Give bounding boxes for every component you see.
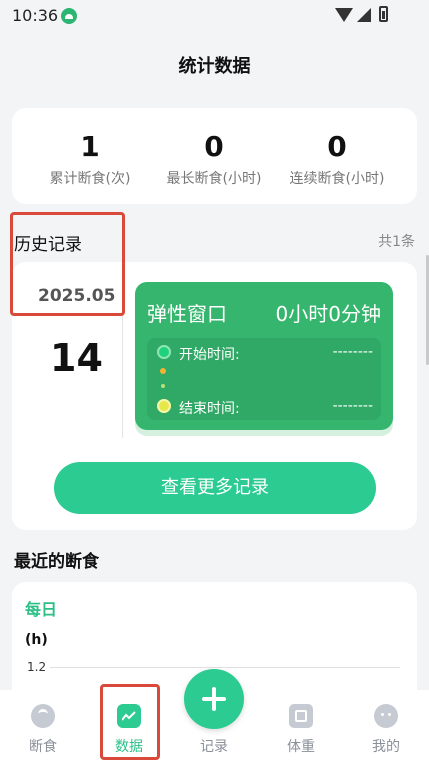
stat-streak: 0 连续断食(小时) bbox=[272, 130, 402, 188]
scale-icon bbox=[289, 704, 313, 728]
stat-value: 1 bbox=[80, 130, 100, 163]
recent-fasts-title: 最近的断食 bbox=[14, 552, 99, 572]
wifi-icon bbox=[335, 8, 353, 22]
nav-label: 体重 bbox=[287, 739, 315, 755]
stat-value: 0 bbox=[204, 130, 224, 163]
chart-grid-line bbox=[50, 667, 400, 668]
summary-card: 1 累计断食(次) 0 最长断食(小时) 0 连续断食(小时) bbox=[12, 108, 417, 204]
window-times: 开始时间: -------- 结束时间: -------- bbox=[147, 338, 381, 420]
stat-total-fasts: 1 累计断食(次) bbox=[25, 130, 155, 188]
status-bar: 10:36 bbox=[0, 0, 429, 32]
history-day: 14 bbox=[50, 336, 103, 380]
end-time-label: 结束时间: bbox=[179, 401, 240, 417]
start-time-label: 开始时间: bbox=[179, 347, 240, 363]
nav-label: 我的 bbox=[372, 739, 400, 755]
highlight-box-nav bbox=[100, 684, 160, 760]
chart-period-label[interactable]: 每日 bbox=[25, 596, 57, 620]
battery-icon bbox=[379, 6, 388, 22]
end-dot-icon bbox=[157, 399, 171, 413]
profile-icon bbox=[374, 704, 398, 728]
window-duration: 0小时0分钟 bbox=[275, 302, 381, 326]
end-time-value: -------- bbox=[332, 398, 373, 414]
nav-label-record[interactable]: 记录 bbox=[179, 736, 249, 756]
add-record-button[interactable] bbox=[184, 669, 244, 729]
stat-label: 累计断食(次) bbox=[49, 171, 131, 187]
status-icons bbox=[335, 6, 395, 24]
history-count: 共1条 bbox=[378, 234, 415, 250]
stat-label: 最长断食(小时) bbox=[166, 171, 262, 187]
fasting-window-card[interactable]: 弹性窗口 0小时0分钟 开始时间: -------- 结束时间: -------… bbox=[135, 282, 393, 430]
view-more-records-button[interactable]: 查看更多记录 bbox=[54, 462, 376, 514]
chart-unit-label: (h) bbox=[25, 632, 48, 648]
progress-dot-icon bbox=[160, 368, 166, 374]
android-notification-icon bbox=[61, 8, 77, 24]
nav-item-profile[interactable]: 我的 bbox=[351, 690, 421, 763]
highlight-box-history bbox=[10, 212, 125, 316]
nav-label: 断食 bbox=[29, 739, 57, 755]
stat-longest-fast: 0 最长断食(小时) bbox=[149, 130, 279, 188]
progress-dot-icon bbox=[161, 384, 165, 388]
window-title: 弹性窗口 bbox=[147, 302, 227, 326]
nav-item-fasting[interactable]: 断食 bbox=[8, 690, 78, 763]
page-title: 统计数据 bbox=[178, 56, 251, 77]
gauge-icon bbox=[31, 704, 55, 728]
start-dot-icon bbox=[157, 345, 171, 359]
start-time-value: -------- bbox=[332, 344, 373, 360]
stat-label: 连续断食(小时) bbox=[289, 171, 385, 187]
y-axis-tick: 1.2 bbox=[27, 660, 47, 674]
stat-value: 0 bbox=[327, 130, 347, 163]
nav-item-weight[interactable]: 体重 bbox=[266, 690, 336, 763]
status-time: 10:36 bbox=[12, 6, 59, 25]
signal-icon bbox=[357, 8, 371, 22]
